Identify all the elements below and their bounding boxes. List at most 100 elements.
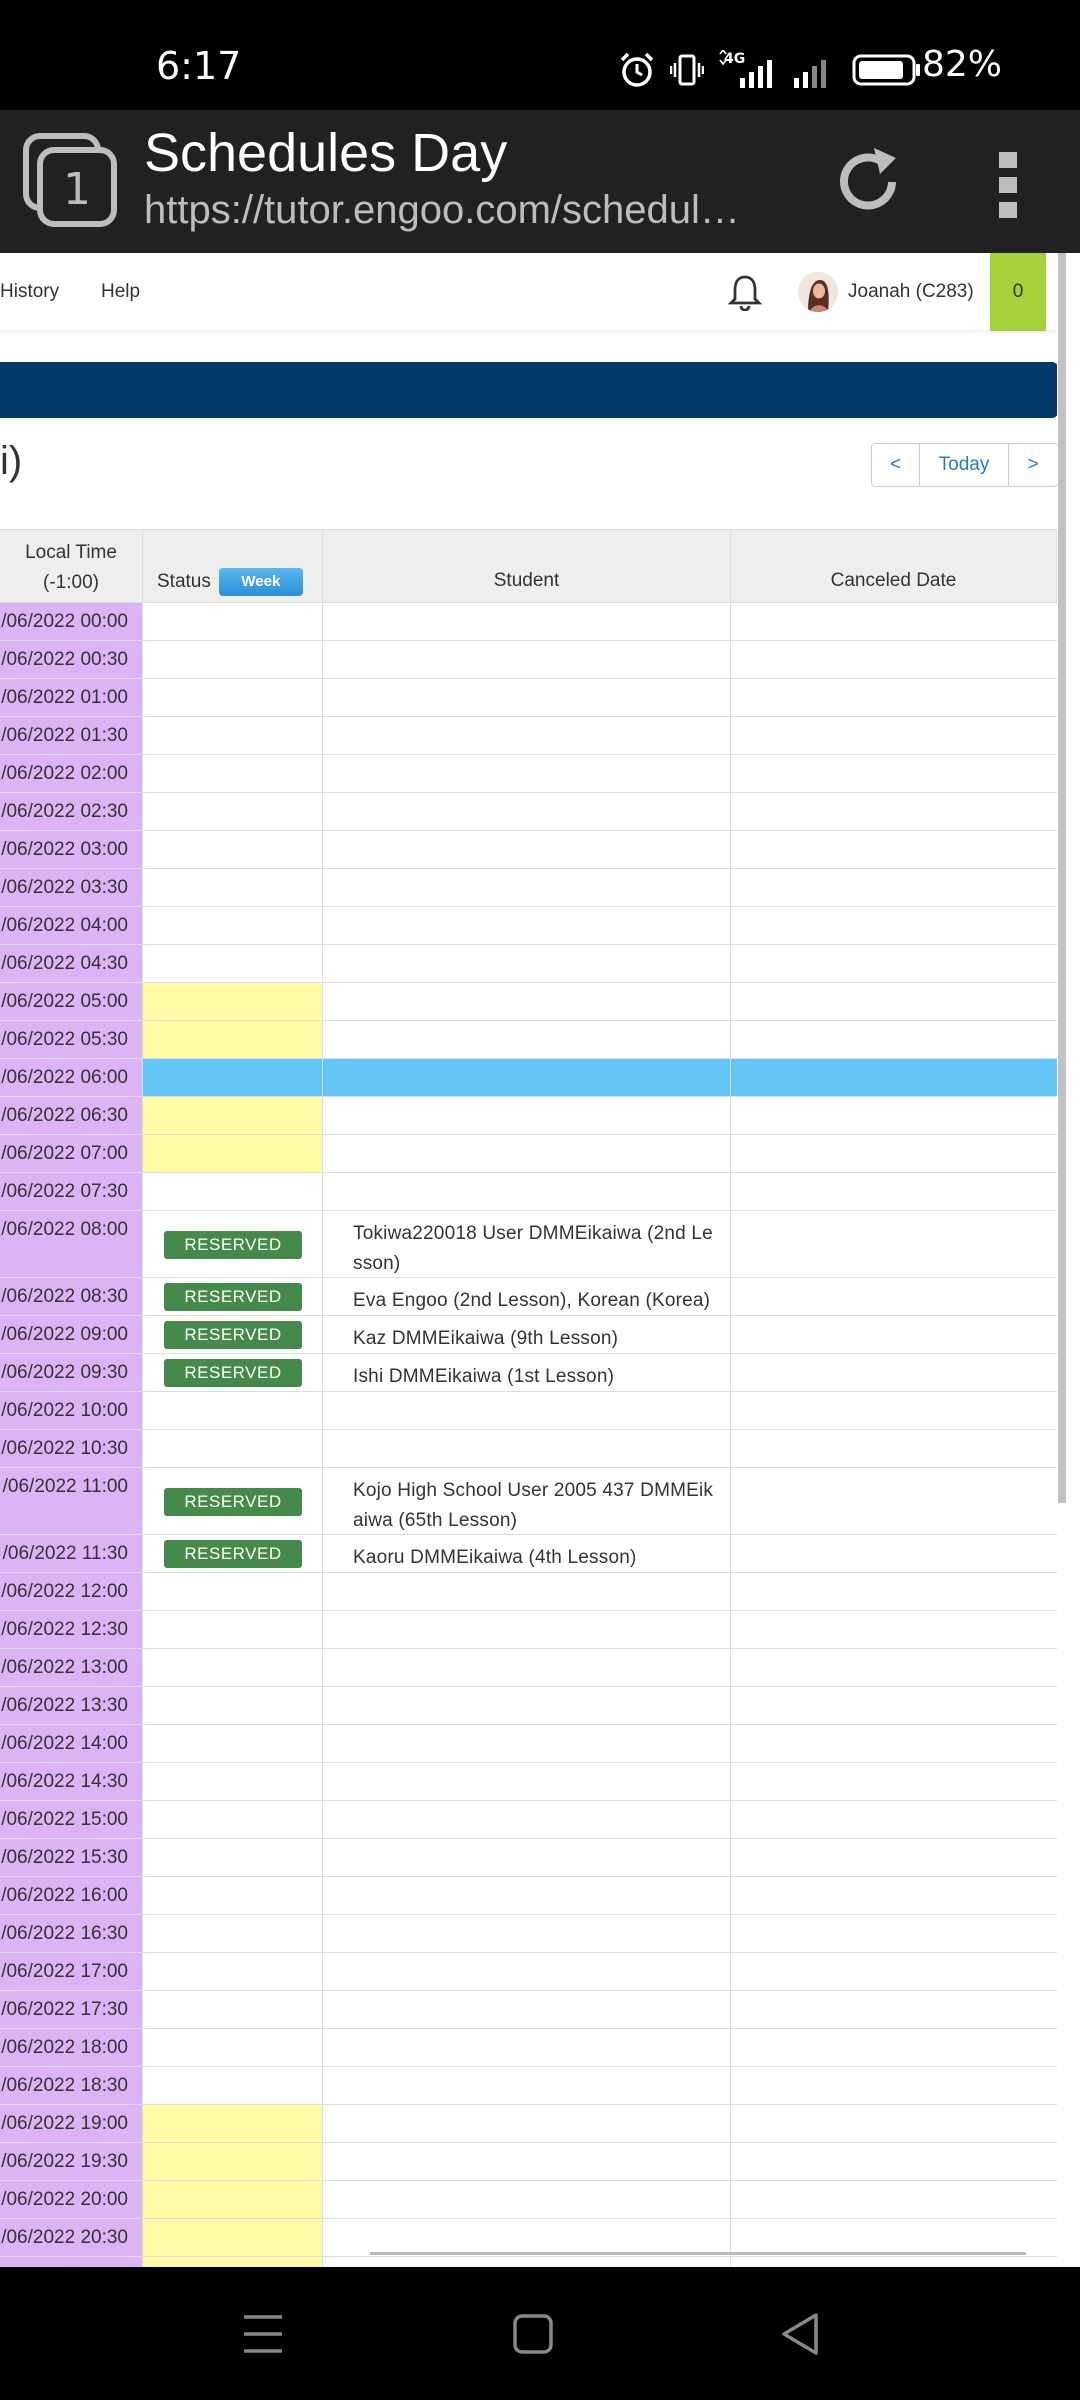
student-cell[interactable]: Eva Engoo (2nd Lesson), Korean (Korea) — [323, 1278, 731, 1315]
tab-switcher-button[interactable]: 1 — [22, 132, 120, 230]
status-cell[interactable] — [143, 2105, 323, 2142]
status-cell[interactable] — [143, 1801, 323, 1838]
status-cell[interactable] — [143, 1611, 323, 1648]
status-cell[interactable] — [143, 869, 323, 906]
horizontal-scrollbar[interactable] — [370, 2252, 1026, 2255]
table-row[interactable]: /06/2022 07:30 — [0, 1173, 1057, 1211]
status-cell[interactable] — [143, 1430, 323, 1467]
status-cell[interactable]: RESERVED — [143, 1468, 323, 1534]
notification-bell-icon[interactable] — [728, 273, 762, 311]
vertical-scrollbar[interactable] — [1057, 253, 1080, 2267]
status-cell[interactable] — [143, 945, 323, 982]
table-row[interactable]: /06/2022 13:30 — [0, 1687, 1057, 1725]
status-cell[interactable] — [143, 1991, 323, 2028]
table-row[interactable]: /06/2022 14:00 — [0, 1725, 1057, 1763]
status-cell[interactable] — [143, 1392, 323, 1429]
url-bar[interactable]: https://tutor.engoo.com/schedul… — [144, 188, 784, 233]
status-cell[interactable] — [143, 755, 323, 792]
scrollbar-thumb[interactable] — [1058, 253, 1066, 1503]
table-row[interactable]: /06/2022 13:00 — [0, 1649, 1057, 1687]
table-row[interactable]: /06/2022 01:30 — [0, 717, 1057, 755]
table-row[interactable]: /06/2022 14:30 — [0, 1763, 1057, 1801]
status-cell[interactable] — [143, 603, 323, 640]
notification-count-badge[interactable]: 0 — [990, 253, 1046, 331]
table-row[interactable]: /06/2022 01:00 — [0, 679, 1057, 717]
status-cell[interactable] — [143, 2067, 323, 2104]
table-row[interactable]: /06/2022 16:00 — [0, 1877, 1057, 1915]
status-cell[interactable] — [143, 1877, 323, 1914]
avatar[interactable] — [798, 272, 838, 312]
status-cell[interactable] — [143, 2029, 323, 2066]
table-row[interactable]: /06/2022 11:00 RESERVED Kojo High School U… — [0, 1468, 1057, 1535]
table-row[interactable]: /06/2022 17:00 — [0, 1953, 1057, 1991]
status-cell[interactable]: RESERVED — [143, 1316, 323, 1353]
status-cell[interactable] — [143, 907, 323, 944]
table-row[interactable]: /06/2022 05:00 — [0, 983, 1057, 1021]
status-cell[interactable] — [143, 1725, 323, 1762]
status-cell[interactable] — [143, 1097, 323, 1134]
status-cell[interactable] — [143, 1915, 323, 1952]
next-day-button[interactable]: > — [1009, 444, 1057, 486]
table-row[interactable]: /06/2022 03:30 — [0, 869, 1057, 907]
status-cell[interactable] — [143, 1135, 323, 1172]
table-row[interactable]: /06/2022 08:30 RESERVED Eva Engoo (2nd Les… — [0, 1278, 1057, 1316]
table-row[interactable]: /06/2022 11:30 RESERVED Kaoru DMMEikaiwa (… — [0, 1535, 1057, 1573]
status-cell[interactable] — [143, 641, 323, 678]
status-cell[interactable]: RESERVED — [143, 1535, 323, 1572]
student-cell[interactable]: Tokiwa220018 User DMMEikaiwa (2nd Lesson… — [323, 1211, 731, 1277]
table-row[interactable]: /06/2022 04:00 — [0, 907, 1057, 945]
status-cell[interactable] — [143, 2143, 323, 2180]
table-row[interactable]: /06/2022 05:30 — [0, 1021, 1057, 1059]
status-cell[interactable] — [143, 983, 323, 1020]
status-cell[interactable] — [143, 1687, 323, 1724]
table-row[interactable]: /06/2022 18:30 — [0, 2067, 1057, 2105]
prev-day-button[interactable]: < — [872, 444, 920, 486]
student-cell[interactable]: Ishi DMMEikaiwa (1st Lesson) — [323, 1354, 731, 1391]
status-cell[interactable]: RESERVED — [143, 1354, 323, 1391]
status-cell[interactable] — [143, 679, 323, 716]
status-cell[interactable] — [143, 1953, 323, 1990]
recent-apps-icon[interactable] — [238, 2309, 288, 2359]
status-cell[interactable] — [143, 1573, 323, 1610]
table-row[interactable]: /06/2022 00:30 — [0, 641, 1057, 679]
table-row[interactable]: /06/2022 19:00 — [0, 2105, 1057, 2143]
table-row[interactable]: /06/2022 16:30 — [0, 1915, 1057, 1953]
status-cell[interactable] — [143, 831, 323, 868]
reserved-badge[interactable]: RESERVED — [164, 1231, 302, 1259]
table-row[interactable]: /06/2022 17:30 — [0, 1991, 1057, 2029]
table-row[interactable]: /06/2022 06:00 — [0, 1059, 1057, 1097]
status-cell[interactable] — [143, 1059, 323, 1096]
status-cell[interactable] — [143, 1763, 323, 1800]
reserved-badge[interactable]: RESERVED — [164, 1283, 302, 1311]
table-row[interactable]: /06/2022 15:00 — [0, 1801, 1057, 1839]
table-row[interactable]: /06/2022 15:30 — [0, 1839, 1057, 1877]
table-row[interactable]: /06/2022 06:30 — [0, 1097, 1057, 1135]
table-row[interactable]: /06/2022 19:30 — [0, 2143, 1057, 2181]
table-row[interactable]: /06/2022 12:30 — [0, 1611, 1057, 1649]
table-row[interactable]: /06/2022 12:00 — [0, 1573, 1057, 1611]
status-cell[interactable] — [143, 2257, 323, 2267]
status-cell[interactable]: RESERVED — [143, 1278, 323, 1315]
status-cell[interactable] — [143, 1649, 323, 1686]
table-row[interactable]: /06/2022 10:00 — [0, 1392, 1057, 1430]
table-row[interactable]: /06/2022 02:30 — [0, 793, 1057, 831]
reserved-badge[interactable]: RESERVED — [164, 1321, 302, 1349]
table-row[interactable]: /06/2022 04:30 — [0, 945, 1057, 983]
user-name[interactable]: Joanah (C283) — [848, 281, 974, 303]
student-cell[interactable]: Kojo High School User 2005 437 DMMEikaiw… — [323, 1468, 731, 1534]
table-row[interactable]: /06/2022 18:00 — [0, 2029, 1057, 2067]
nav-help-link[interactable]: Help — [101, 281, 140, 303]
reserved-badge[interactable]: RESERVED — [164, 1359, 302, 1387]
student-cell[interactable]: Kaz DMMEikaiwa (9th Lesson) — [323, 1316, 731, 1353]
week-button[interactable]: Week — [218, 568, 303, 596]
today-button[interactable]: Today — [920, 444, 1009, 486]
status-cell[interactable] — [143, 1021, 323, 1058]
back-icon[interactable] — [776, 2309, 826, 2359]
reserved-badge[interactable]: RESERVED — [164, 1488, 302, 1516]
status-cell[interactable] — [143, 2219, 323, 2256]
table-row[interactable]: /06/2022 07:00 — [0, 1135, 1057, 1173]
table-row[interactable]: /06/2022 09:00 RESERVED Kaz DMMEikaiwa (9t… — [0, 1316, 1057, 1354]
home-icon[interactable] — [508, 2309, 558, 2359]
table-row[interactable]: /06/2022 00:00 — [0, 603, 1057, 641]
table-row[interactable]: /06/2022 21:00 — [0, 2257, 1057, 2267]
